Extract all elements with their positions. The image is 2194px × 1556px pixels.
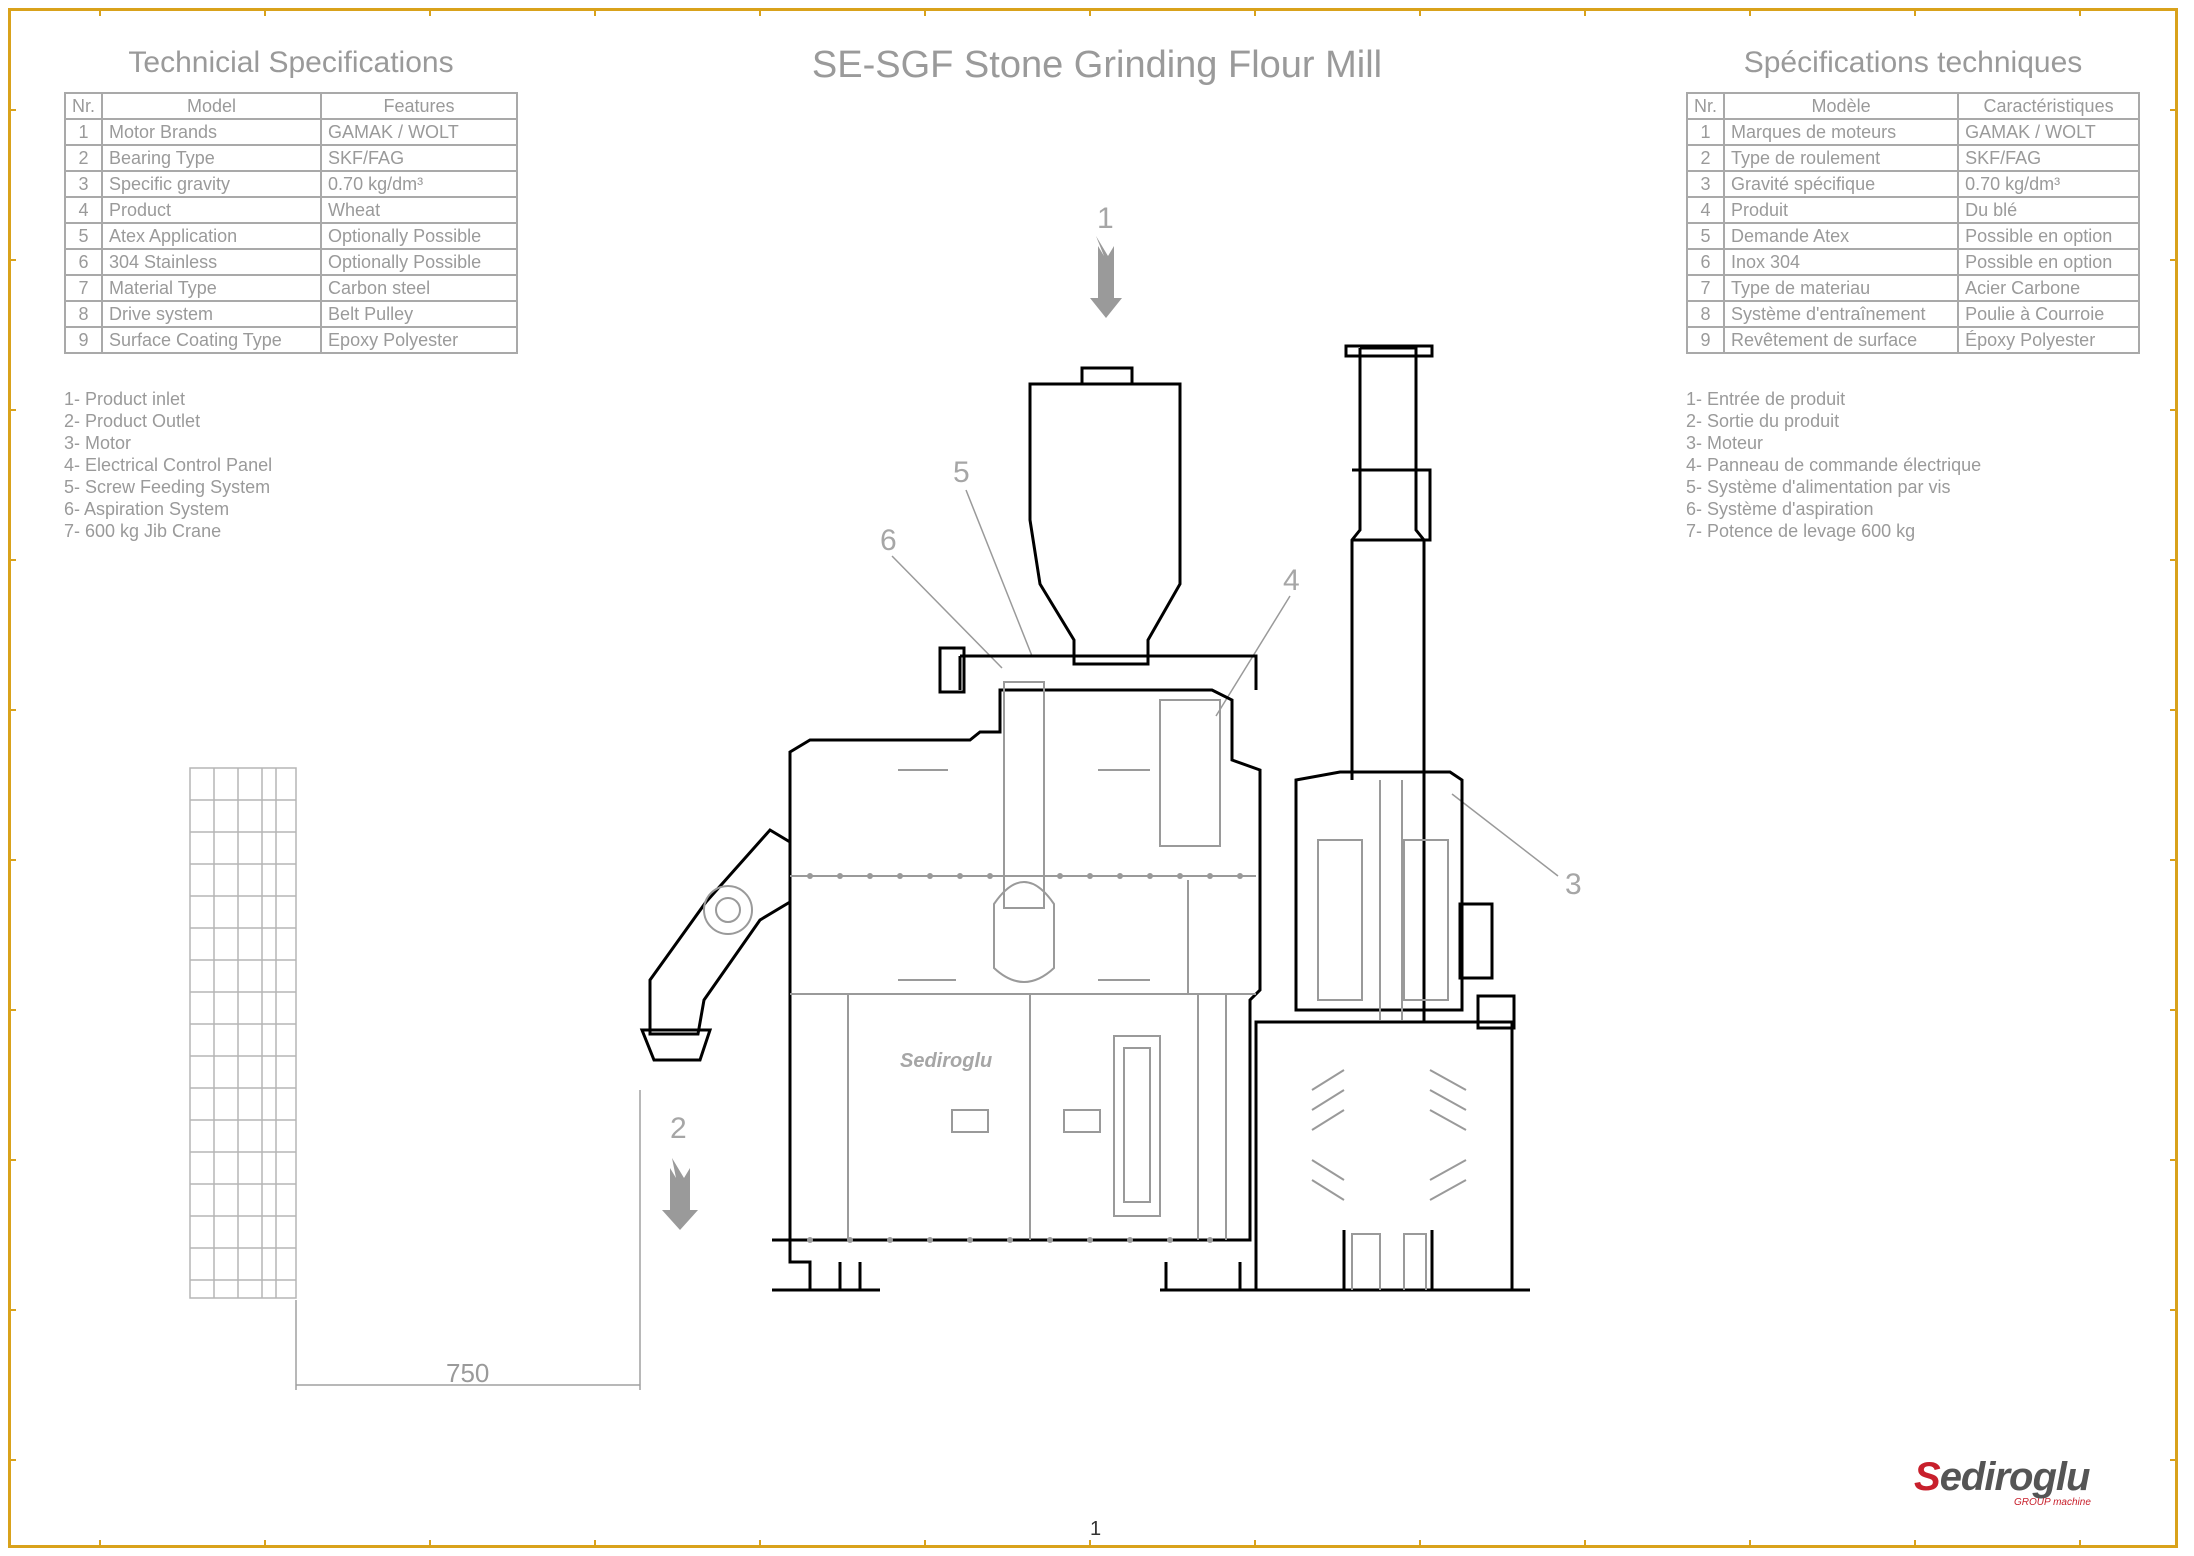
mill-body <box>639 344 1530 1292</box>
outlet-arrow <box>662 1158 698 1230</box>
callout-3: 3 <box>1565 868 1582 901</box>
page-number: 1 <box>1090 1518 1102 1540</box>
callout-4: 4 <box>1283 564 1300 597</box>
callout-2: 2 <box>670 1112 687 1145</box>
logo-subtitle: GROUP machine <box>2014 1497 2091 1508</box>
wall-block <box>189 767 297 1299</box>
leader-lines <box>891 489 1559 877</box>
inlet-arrow <box>1090 236 1122 318</box>
dimension-value: 750 <box>446 1358 490 1388</box>
dimension-line <box>295 1090 641 1390</box>
machine-brand-label: Sediroglu <box>900 1050 993 1072</box>
callout-5: 5 <box>953 456 970 489</box>
company-logo: Sediroglu GROUP machine <box>1914 1455 2091 1508</box>
callout-1: 1 <box>1097 202 1114 235</box>
logo-wordmark: Sediroglu <box>1914 1455 2090 1499</box>
callout-6: 6 <box>880 524 897 557</box>
rivets <box>807 873 1243 1243</box>
